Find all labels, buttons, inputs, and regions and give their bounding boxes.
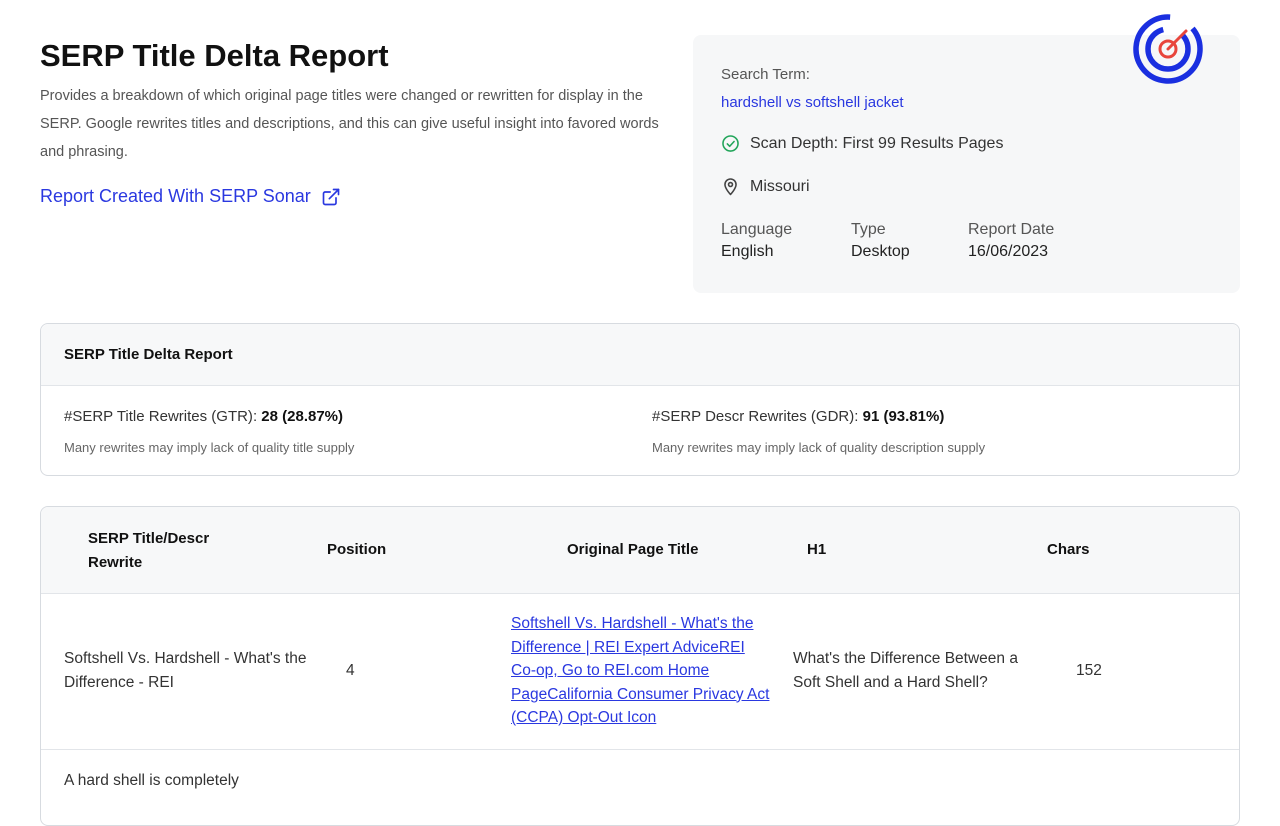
position-cell: 4 xyxy=(346,662,355,679)
scan-depth-text: Scan Depth: First 99 Results Pages xyxy=(750,134,1004,152)
col-h1[interactable]: H1 xyxy=(807,538,826,562)
search-term-label: Search Term: xyxy=(721,66,810,83)
search-term-value: hardshell vs softshell jacket xyxy=(721,94,904,111)
table-header: SERP Title/Descr Rewrite Position Origin… xyxy=(41,507,1239,594)
language-block: Language English xyxy=(721,221,792,261)
gdr-metric: #SERP Descr Rewrites (GDR): 91 (93.81%) xyxy=(652,408,945,425)
rewrite-cell: Softshell Vs. Hardshell - What's the Dif… xyxy=(64,650,307,691)
map-pin-icon xyxy=(724,178,737,196)
location-text: Missouri xyxy=(750,177,810,195)
language-value: English xyxy=(721,243,774,260)
col-original-title[interactable]: Original Page Title xyxy=(567,538,698,562)
summary-title: SERP Title Delta Report xyxy=(41,324,1239,386)
type-value: Desktop xyxy=(851,243,910,260)
h1-cell: What's the Difference Between a Soft She… xyxy=(793,650,1018,691)
col-rewrite[interactable]: SERP Title/Descr Rewrite xyxy=(88,527,238,575)
target-logo-icon xyxy=(1133,14,1203,84)
original-title-link[interactable]: Softshell Vs. Hardshell - What's the Dif… xyxy=(511,615,769,726)
check-circle-icon xyxy=(722,135,739,152)
external-link-icon xyxy=(322,188,340,205)
gdr-label: #SERP Descr Rewrites (GDR) xyxy=(652,408,855,425)
page-title: SERP Title Delta Report xyxy=(40,38,389,73)
col-chars[interactable]: Chars xyxy=(1047,538,1090,562)
report-date-block: Report Date 16/06/2023 xyxy=(968,221,1054,261)
report-created-link[interactable]: Report Created With SERP Sonar xyxy=(40,186,341,207)
language-label: Language xyxy=(721,221,793,238)
gtr-value: 28 (28.87%) xyxy=(261,408,343,425)
rewrite-cell: A hard shell is completely xyxy=(64,772,239,789)
gdr-note: Many rewrites may imply lack of quality … xyxy=(652,440,986,455)
table-row: Softshell Vs. Hardshell - What's the Dif… xyxy=(41,593,1239,750)
report-date-label: Report Date xyxy=(968,221,1055,238)
table-row: A hard shell is completely xyxy=(41,749,1239,825)
chars-cell: 152 xyxy=(1076,662,1102,679)
report-date-value: 16/06/2023 xyxy=(968,243,1049,260)
location-row: Missouri xyxy=(721,177,810,196)
type-label: Type xyxy=(851,221,886,238)
scan-depth-row: Scan Depth: First 99 Results Pages xyxy=(721,134,1003,153)
summary-card: SERP Title Delta Report #SERP Title Rewr… xyxy=(40,323,1240,476)
gdr-value: 91 (93.81%) xyxy=(862,408,945,425)
page-description: Provides a breakdown of which original p… xyxy=(40,88,659,160)
report-link-label: Report Created With SERP Sonar xyxy=(40,186,311,206)
rewrite-table: SERP Title/Descr Rewrite Position Origin… xyxy=(40,506,1240,826)
gtr-label: #SERP Title Rewrites (GTR) xyxy=(64,408,253,425)
col-position[interactable]: Position xyxy=(327,538,386,562)
gtr-note: Many rewrites may imply lack of quality … xyxy=(64,440,355,455)
gtr-metric: #SERP Title Rewrites (GTR): 28 (28.87%) xyxy=(64,408,343,425)
type-block: Type Desktop xyxy=(851,221,910,261)
original-title-cell: Softshell Vs. Hardshell - What's the Dif… xyxy=(511,612,773,730)
